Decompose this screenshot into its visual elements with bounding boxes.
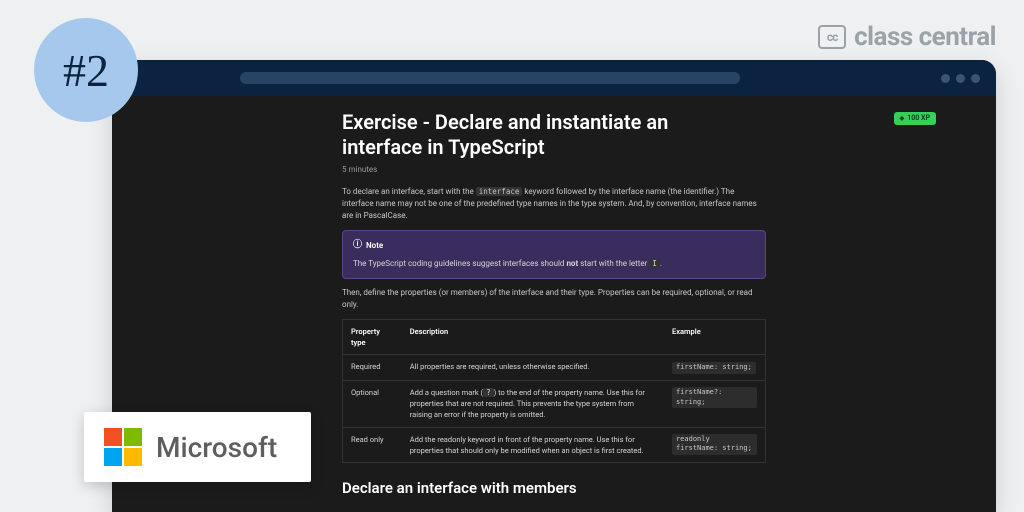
browser-titlebar: [112, 60, 996, 96]
cell-type: Read only: [343, 427, 402, 463]
cell-example: readonly firstName: string;: [664, 427, 766, 463]
cell-desc: Add a question mark (?) to the end of th…: [402, 380, 664, 427]
xp-badge: 100 XP: [894, 112, 936, 125]
desc-pre: Add a question mark (: [410, 388, 483, 397]
page-title: Exercise - Declare and instantiate an in…: [342, 110, 742, 160]
note-mid: start with the letter: [578, 259, 649, 268]
window-controls: [941, 74, 980, 83]
cc-label: class central: [854, 22, 996, 52]
table-row: Read only Add the readonly keyword in fr…: [343, 427, 766, 463]
desc-code: ?: [483, 388, 494, 397]
class-central-logo: cc class central: [818, 22, 996, 52]
window-dot: [956, 74, 965, 83]
table-header-row: Property type Description Example: [343, 319, 766, 355]
cell-type: Required: [343, 355, 402, 381]
th-description: Description: [402, 319, 664, 355]
note-code: I: [649, 259, 660, 268]
note-callout: Note The TypeScript coding guidelines su…: [342, 230, 766, 279]
table-row: Required All properties are required, un…: [343, 355, 766, 381]
example-code: firstName: string;: [672, 362, 756, 374]
intro-code: interface: [476, 187, 523, 196]
cell-desc: All properties are required, unless othe…: [402, 355, 664, 381]
provider-card: Microsoft: [84, 412, 311, 482]
cell-example: firstName: string;: [664, 355, 766, 381]
properties-table: Property type Description Example Requir…: [342, 319, 766, 464]
cell-example: firstName?: string;: [664, 380, 766, 427]
microsoft-logo-icon: [104, 428, 142, 466]
intro-paragraph: To declare an interface, start with the …: [342, 186, 766, 222]
note-body: The TypeScript coding guidelines suggest…: [353, 258, 755, 270]
example-code: readonly firstName: string;: [672, 434, 757, 456]
desc-pre: All properties are required, unless othe…: [410, 362, 590, 371]
section-heading: Declare an interface with members: [342, 477, 766, 500]
th-property-type: Property type: [343, 319, 402, 355]
th-example: Example: [664, 319, 766, 355]
url-bar[interactable]: [240, 72, 740, 84]
cell-type: Optional: [343, 380, 402, 427]
note-bold: not: [566, 259, 578, 268]
provider-name: Microsoft: [156, 431, 277, 464]
cc-icon: cc: [818, 25, 846, 49]
cell-desc: Add the readonly keyword in front of the…: [402, 427, 664, 463]
window-dot: [941, 74, 950, 83]
window-dot: [971, 74, 980, 83]
table-row: Optional Add a question mark (?) to the …: [343, 380, 766, 427]
rank-badge: #2: [34, 18, 138, 122]
desc-pre: Add the readonly keyword in front of the…: [410, 435, 644, 455]
xp-value: 100 XP: [907, 113, 930, 124]
duration-label: 5 minutes: [342, 164, 766, 176]
example-code: firstName?: string;: [672, 387, 757, 409]
note-title: Note: [353, 239, 755, 253]
note-post: .: [660, 259, 662, 268]
rank-text: #2: [63, 44, 109, 97]
after-note-paragraph: Then, define the properties (or members)…: [342, 287, 766, 311]
intro-pre: To declare an interface, start with the: [342, 187, 476, 196]
note-pre: The TypeScript coding guidelines suggest…: [353, 259, 566, 268]
